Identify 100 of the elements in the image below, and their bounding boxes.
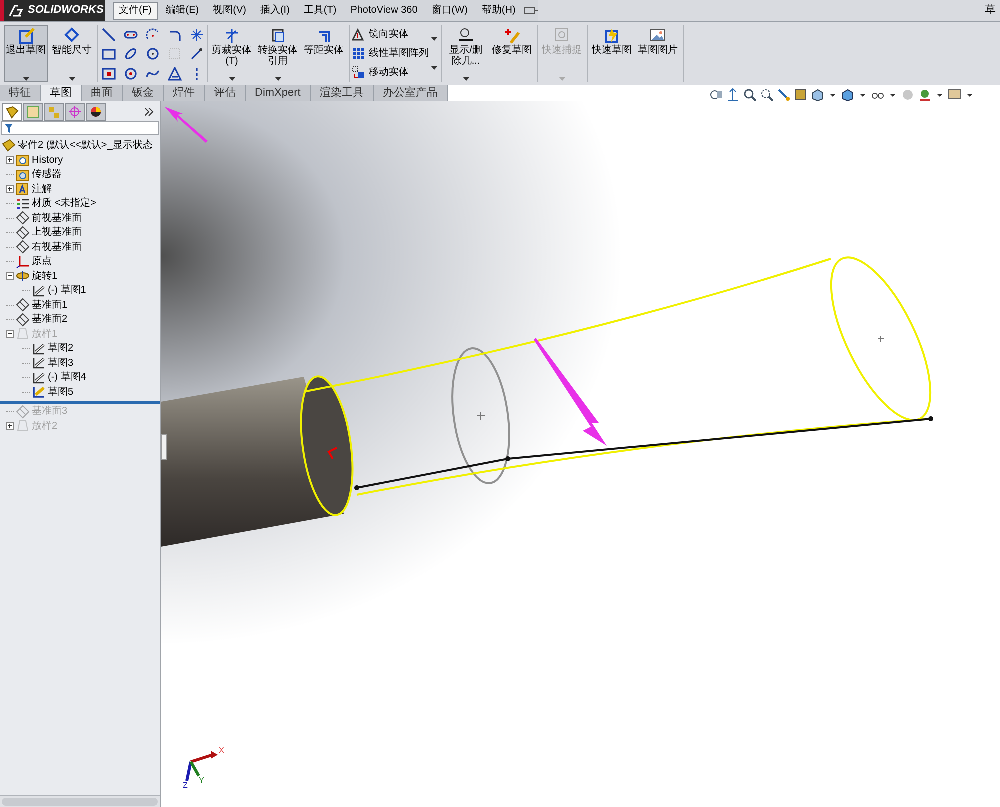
- toolbar-button[interactable]: 快速草图: [590, 25, 634, 82]
- toolbar-icon-button[interactable]: [190, 47, 204, 62]
- toolbar-icon-button[interactable]: [124, 67, 138, 82]
- tree-item[interactable]: 材质 <未指定>: [32, 196, 96, 212]
- toolbar-icon-button[interactable]: [102, 28, 116, 42]
- menu-item[interactable]: 帮助(H): [476, 2, 522, 20]
- view-toolbar-button[interactable]: [948, 88, 962, 102]
- plane-tool-icon: [168, 47, 182, 62]
- menu-item[interactable]: 视图(V): [207, 2, 252, 20]
- tree-item[interactable]: 注解: [32, 182, 52, 197]
- toolbar-button[interactable]: 退出草图: [4, 25, 48, 82]
- menu-item[interactable]: 窗口(W): [426, 2, 474, 20]
- revolve-icon: [16, 269, 30, 284]
- tree-item[interactable]: 传感器: [32, 167, 62, 182]
- tab[interactable]: 渲染工具: [310, 85, 374, 101]
- arrow-up-icon: [726, 88, 740, 102]
- menu-item[interactable]: 插入(I): [254, 2, 296, 20]
- toolbar-button[interactable]: 镜向实体: [352, 26, 429, 43]
- plane-icon: [16, 226, 30, 240]
- toolbar-button[interactable]: 智能尺寸: [50, 25, 94, 82]
- tree-root[interactable]: 零件2 (默认<<默认>_显示状态: [18, 138, 153, 153]
- rollback-bar[interactable]: [0, 400, 160, 404]
- view-toolbar-button[interactable]: [841, 88, 855, 102]
- toolbar-button[interactable]: 修复草图: [490, 25, 534, 82]
- panel-collapse-handle[interactable]: [161, 434, 167, 460]
- tree-item[interactable]: 前视基准面: [32, 210, 82, 226]
- panel-tab[interactable]: [86, 102, 106, 120]
- tab[interactable]: 草图: [41, 85, 82, 101]
- circle-tool-icon: [124, 67, 138, 82]
- expand-toggle[interactable]: [6, 156, 14, 164]
- plus-icon: [7, 423, 13, 430]
- tree-item[interactable]: 基准面1: [32, 298, 68, 313]
- toolbar-icon-button[interactable]: [168, 67, 182, 82]
- dropdown-caret-icon: [431, 66, 438, 70]
- tab[interactable]: 钣金: [123, 85, 164, 101]
- menu-item[interactable]: PhotoView 360: [344, 2, 424, 20]
- zoom-icon: [743, 88, 757, 102]
- origin-icon: [16, 254, 30, 269]
- repair-pencil-icon: [503, 27, 521, 45]
- text-tool-icon: [168, 67, 182, 82]
- filter-field[interactable]: [1, 121, 159, 135]
- tree-item[interactable]: (-) 草图1: [48, 283, 86, 298]
- expand-toggle[interactable]: [6, 185, 14, 194]
- toolbar-button[interactable]: 草图图片: [636, 25, 680, 82]
- tab[interactable]: 焊件: [164, 85, 205, 101]
- axis-label: Y: [199, 777, 204, 785]
- part-icon: [2, 138, 16, 152]
- tree-item[interactable]: 旋转1: [32, 268, 58, 284]
- plus-icon: [7, 186, 13, 192]
- sketch-exit-icon: [17, 27, 35, 45]
- tree-item[interactable]: 基准面2: [32, 312, 68, 328]
- mirror-icon: [352, 28, 365, 41]
- toolbar-button[interactable]: 移动实体: [352, 64, 429, 81]
- dimension-icon: [63, 27, 81, 45]
- tree-item[interactable]: 上视基准面: [32, 225, 82, 240]
- toolbar-button[interactable]: 剪裁实体(T): [210, 25, 254, 82]
- toolbar-button[interactable]: 显示/删除几...: [444, 25, 488, 82]
- scene-icon: [918, 88, 932, 102]
- menu-item[interactable]: 工具(T): [298, 2, 343, 20]
- axis-label: X: [219, 747, 224, 755]
- monitor-icon: [948, 88, 962, 102]
- toolbar-icon-button[interactable]: [124, 47, 138, 62]
- loft-icon: [16, 327, 30, 342]
- menu-item[interactable]: 文件(F): [113, 2, 158, 20]
- toolbar-button[interactable]: 转换实体引用: [256, 25, 300, 82]
- view-toolbar-button[interactable]: [743, 88, 757, 102]
- tab[interactable]: 评估: [205, 85, 246, 101]
- menu-item[interactable]: 编辑(E): [160, 2, 206, 20]
- zoom-area-icon: [760, 88, 774, 102]
- view-toolbar-button[interactable]: [726, 88, 740, 102]
- toolbar-icon-button[interactable]: [146, 28, 160, 42]
- tab[interactable]: DimXpert: [246, 85, 311, 101]
- toolbar-icon-button[interactable]: [102, 67, 116, 82]
- properties-icon: [26, 104, 40, 118]
- expand-toggle[interactable]: [6, 272, 14, 280]
- minus-icon: [7, 331, 13, 338]
- toolbar-icon-button[interactable]: [190, 28, 204, 42]
- tree-item[interactable]: History: [32, 152, 64, 168]
- tab[interactable]: 特征: [0, 85, 41, 101]
- panel-tab[interactable]: [2, 102, 22, 120]
- toolbar-button[interactable]: 线性草图阵列: [352, 45, 429, 62]
- point-tool-icon: [190, 28, 204, 42]
- axis-triad-icon: [186, 751, 218, 782]
- crosshair-icon: [68, 104, 82, 118]
- grid-icon: [352, 47, 365, 60]
- view-toolbar-button[interactable]: [811, 88, 825, 102]
- logo-icon: [8, 4, 24, 18]
- trim-icon: [223, 27, 241, 45]
- tab[interactable]: 曲面: [82, 85, 123, 101]
- tree-item[interactable]: 原点: [32, 254, 52, 270]
- plus-icon: [7, 157, 13, 164]
- tab[interactable]: 办公室产品: [374, 85, 448, 101]
- minus-icon: [7, 273, 13, 280]
- toolbar-icon-button[interactable]: [102, 47, 116, 62]
- material-list-icon: [16, 196, 30, 211]
- horizontal-scrollbar[interactable]: [0, 795, 160, 807]
- axis-label: Z: [183, 782, 188, 790]
- view-toolbar-button[interactable]: [760, 88, 774, 102]
- tree-item[interactable]: 右视基准面: [32, 240, 82, 255]
- toolbar-button[interactable]: 等距实体: [302, 25, 346, 82]
